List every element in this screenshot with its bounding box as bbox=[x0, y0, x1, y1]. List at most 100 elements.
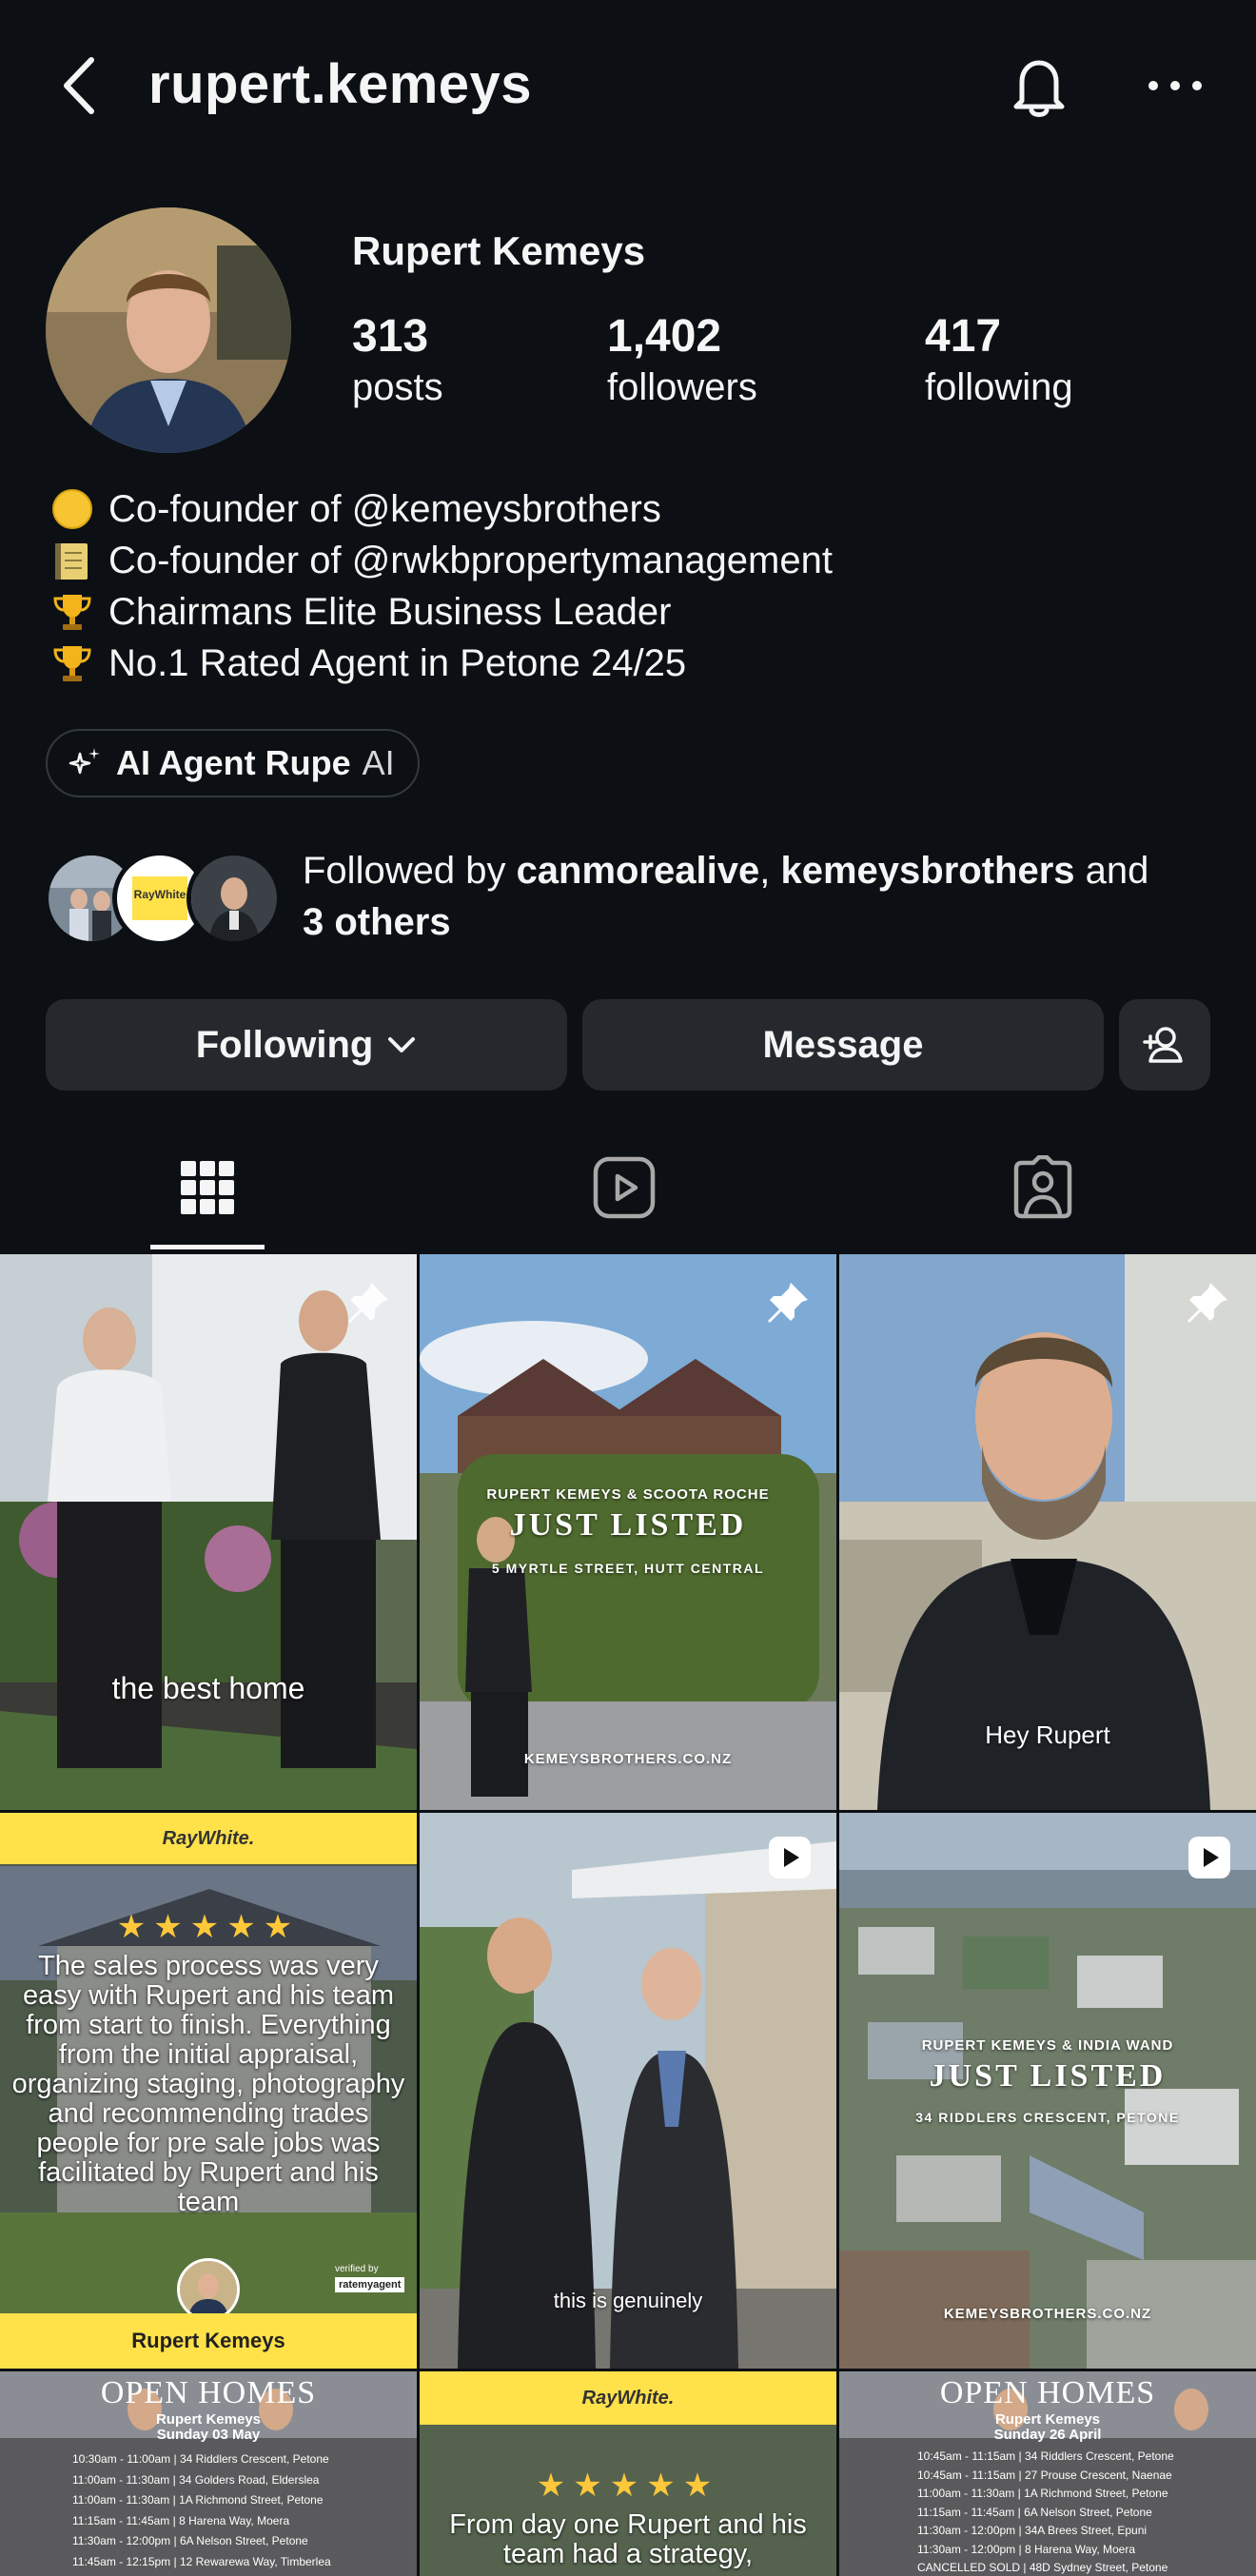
bio-line: Chairmans Elite Business Leader bbox=[46, 586, 1216, 638]
bell-icon bbox=[1013, 60, 1065, 117]
suggested-accounts-button[interactable] bbox=[1119, 999, 1210, 1091]
open-home-row: 10:45am - 11:15am | 34 Riddlers Crescent… bbox=[917, 2449, 1174, 2463]
grid-post[interactable]: RUPERT KEMEYS & SCOOTA ROCHE JUST LISTED… bbox=[420, 1254, 836, 1810]
listing-headline: JUST LISTED bbox=[929, 2058, 1167, 2094]
pinned-post-icon bbox=[348, 1283, 388, 1323]
listing-agents: RUPERT KEMEYS & INDIA WAND bbox=[921, 2037, 1174, 2054]
following-button-label: Following bbox=[195, 1023, 374, 1066]
mutual-followers-avatars[interactable]: RayWhite bbox=[44, 851, 282, 946]
grid-post[interactable]: the best home bbox=[0, 1254, 417, 1810]
open-home-row: 10:45am - 11:15am | 27 Prouse Crescent, … bbox=[917, 2468, 1172, 2482]
followers-count-label: followers bbox=[607, 366, 757, 408]
listing-website: KEMEYSBROTHERS.CO.NZ bbox=[523, 1751, 733, 1767]
mutual-user-link[interactable]: canmorealive bbox=[517, 850, 760, 892]
raywhite-header: RayWhite. bbox=[420, 2371, 836, 2425]
profile-username: rupert.kemeys bbox=[148, 53, 533, 115]
reel-icon bbox=[1188, 1837, 1230, 1878]
display-name: Rupert Kemeys bbox=[352, 228, 646, 273]
tab-reels[interactable] bbox=[577, 1150, 672, 1226]
bio-text[interactable]: Co-founder of @rwkbpropertymanagement bbox=[108, 540, 833, 582]
grid-post[interactable]: this is genuinely bbox=[420, 1813, 836, 2369]
grid-post[interactable]: OPEN HOMES Rupert Kemeys Sunday 03 May 1… bbox=[0, 2371, 417, 2576]
ratemyagent-badge: ratemyagent bbox=[335, 2277, 405, 2292]
post-thumbnail bbox=[0, 1254, 417, 1810]
bio-line: Co-founder of @kemeysbrothers bbox=[46, 483, 1216, 535]
open-home-row: 11:30am - 12:00pm | 6A Nelson Street, Pe… bbox=[72, 2534, 308, 2547]
notepad-emoji-icon bbox=[46, 538, 99, 583]
open-home-row: 10:30am - 11:00am | 34 Riddlers Crescent… bbox=[72, 2452, 329, 2466]
tab-posts-grid[interactable] bbox=[160, 1150, 255, 1226]
tab-tagged[interactable] bbox=[995, 1150, 1090, 1226]
rating-stars: ★★★★★ bbox=[536, 2468, 720, 2504]
following-count[interactable]: 417 following bbox=[925, 309, 1073, 410]
following-button[interactable]: Following bbox=[46, 999, 567, 1091]
following-count-value: 417 bbox=[925, 311, 1002, 362]
ai-agent-chip[interactable]: AI Agent Rupe AI bbox=[46, 729, 420, 797]
profile-photo bbox=[46, 207, 291, 453]
grid-post[interactable]: RayWhite. ★★★★★ From day one Rupert and … bbox=[420, 2371, 836, 2576]
grid-post[interactable]: RayWhite. ★★★★★ The sales process was ve… bbox=[0, 1813, 417, 2369]
post-caption: Hey Rupert bbox=[985, 1721, 1110, 1749]
open-home-row: 11:15am - 11:45am | 6A Nelson Street, Pe… bbox=[917, 2505, 1152, 2519]
posts-grid: the best home RUPERT KEMEYS & SCOOTA ROC… bbox=[0, 1254, 1256, 2576]
back-button[interactable] bbox=[55, 52, 103, 119]
grid-post[interactable]: OPEN HOMES Rupert Kemeys Sunday 26 April… bbox=[839, 2371, 1256, 2576]
profile-tabs bbox=[0, 1123, 1256, 1254]
open-homes-agent: Rupert Kemeys bbox=[994, 2411, 1101, 2428]
ai-agent-name: AI Agent Rupe bbox=[116, 743, 351, 782]
open-homes-date: Sunday 03 May bbox=[156, 2427, 261, 2443]
followed-by-separator: , bbox=[759, 850, 781, 892]
trophy-emoji-icon bbox=[46, 589, 99, 635]
message-button[interactable]: Message bbox=[582, 999, 1104, 1091]
open-home-row: 11:30am - 12:00pm | 34A Brees Street, Ep… bbox=[917, 2524, 1148, 2537]
pinned-post-icon bbox=[768, 1283, 808, 1323]
agent-avatar bbox=[177, 2258, 240, 2321]
mutual-others-link[interactable]: 3 others bbox=[303, 901, 451, 943]
verified-label: verified by bbox=[335, 2264, 379, 2274]
listing-address: 5 MYRTLE STREET, HUTT CENTRAL bbox=[491, 1561, 765, 1576]
post-caption: the best home bbox=[111, 1671, 305, 1705]
posts-count-label: posts bbox=[352, 366, 443, 408]
grid-post[interactable]: RUPERT KEMEYS & INDIA WAND JUST LISTED 3… bbox=[839, 1813, 1256, 2369]
listing-website: KEMEYSBROTHERS.CO.NZ bbox=[943, 2306, 1152, 2322]
grid-icon bbox=[181, 1161, 234, 1214]
posts-count-value: 313 bbox=[352, 311, 429, 362]
review-quote: The sales process was very easy with Rup… bbox=[11, 1951, 405, 2217]
chevron-left-icon bbox=[64, 57, 94, 114]
following-count-label: following bbox=[925, 366, 1073, 408]
review-quote: From day one Rupert and his team had a s… bbox=[449, 2509, 807, 2569]
bio-text[interactable]: Co-founder of @kemeysbrothers bbox=[108, 488, 661, 531]
reel-icon bbox=[769, 1837, 811, 1878]
chevron-down-icon bbox=[388, 1037, 416, 1052]
open-homes-title: OPEN HOMES bbox=[100, 2375, 317, 2410]
listing-address: 34 RIDDLERS CRESCENT, PETONE bbox=[915, 2110, 1180, 2125]
profile-avatar[interactable] bbox=[46, 207, 291, 453]
followed-by-text[interactable]: Followed by canmorealive, kemeysbrothers… bbox=[303, 845, 1216, 948]
open-home-row: 11:00am - 11:30am | 34 Golders Road, Eld… bbox=[72, 2472, 320, 2487]
followers-count[interactable]: 1,402 followers bbox=[607, 309, 757, 410]
bio-line: Co-founder of @rwkbpropertymanagement bbox=[46, 535, 1216, 586]
bio: Co-founder of @kemeysbrothers Co-founder… bbox=[46, 483, 1216, 689]
yellow-circle-emoji-icon bbox=[46, 486, 99, 532]
trophy-emoji-icon bbox=[46, 640, 99, 686]
post-thumbnail bbox=[420, 1813, 836, 2369]
message-button-label: Message bbox=[762, 1023, 924, 1066]
mutual-avatar bbox=[186, 851, 282, 946]
add-person-icon bbox=[1143, 1027, 1183, 1063]
ai-tag: AI bbox=[362, 743, 395, 782]
open-home-row: CANCELLED SOLD | 48D Sydney Street, Peto… bbox=[917, 2561, 1168, 2574]
active-tab-indicator bbox=[150, 1245, 265, 1249]
more-options-button[interactable] bbox=[1142, 57, 1208, 114]
posts-count[interactable]: 313 posts bbox=[352, 309, 443, 410]
grid-post[interactable]: Hey Rupert bbox=[839, 1254, 1256, 1810]
post-caption: this is genuinely bbox=[553, 2289, 703, 2312]
bio-line: No.1 Rated Agent in Petone 24/25 bbox=[46, 638, 1216, 689]
ellipsis-icon bbox=[1148, 81, 1202, 90]
notifications-button[interactable] bbox=[1001, 48, 1077, 124]
rating-stars: ★★★★★ bbox=[116, 1909, 301, 1945]
listing-agents: RUPERT KEMEYS & SCOOTA ROCHE bbox=[486, 1486, 770, 1503]
open-home-row: 11:30am - 12:00pm | 8 Harena Way, Moera bbox=[917, 2542, 1136, 2556]
followed-by-prefix: Followed by bbox=[303, 850, 517, 892]
open-homes-title: OPEN HOMES bbox=[939, 2375, 1156, 2410]
mutual-user-link[interactable]: kemeysbrothers bbox=[781, 850, 1075, 892]
